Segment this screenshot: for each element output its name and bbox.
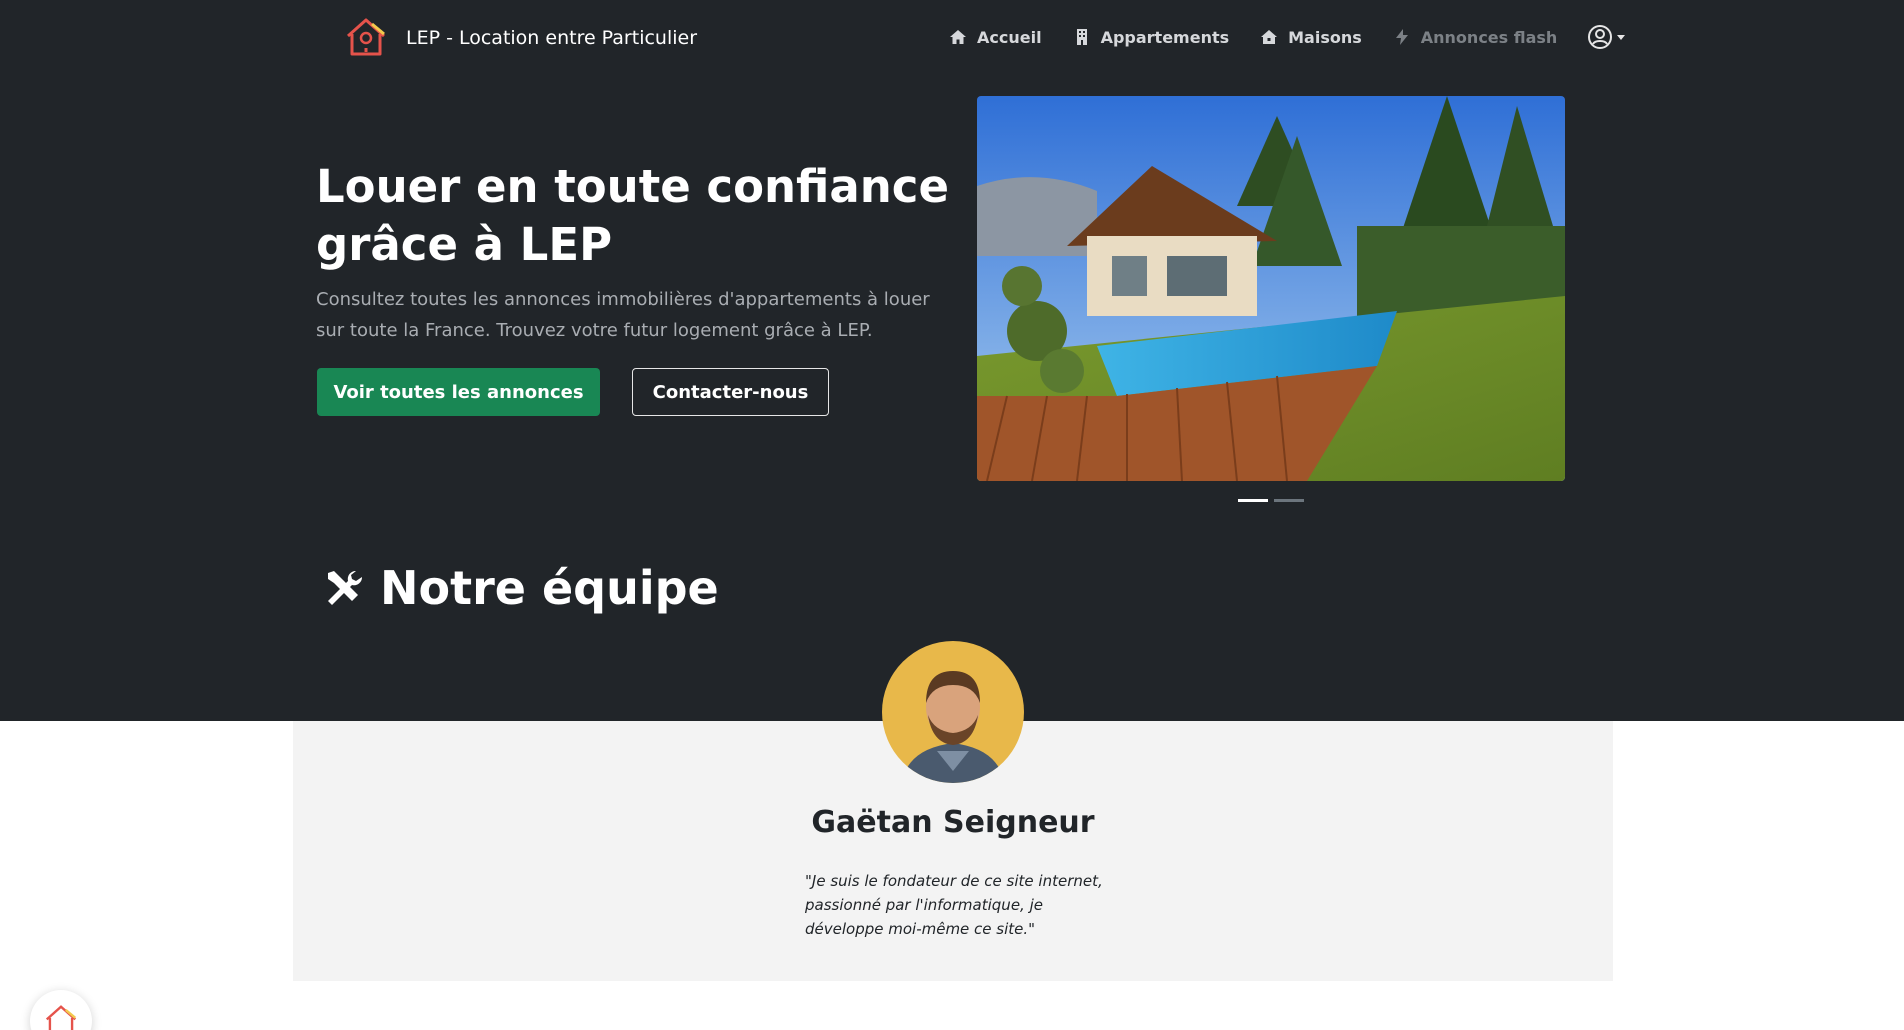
nav-label: Annonces flash	[1420, 27, 1558, 47]
home-icon	[950, 30, 966, 44]
brand[interactable]: LEP - Location entre Particulier	[342, 14, 697, 62]
hero-subtitle: Consultez toutes les annonces immobilièr…	[316, 289, 930, 341]
tools-icon	[328, 570, 363, 605]
carousel-indicator[interactable]	[1238, 499, 1268, 502]
nav-label: Maisons	[1288, 27, 1362, 47]
team-heading: Notre équipe	[320, 561, 719, 615]
user-circle-icon	[1588, 25, 1613, 49]
brand-name: LEP - Location entre Particulier	[406, 27, 698, 49]
floating-logo-button[interactable]	[30, 990, 92, 1030]
nav-label: Appartements	[1100, 27, 1230, 47]
view-all-listings-button[interactable]: Voir toutes les annonces	[317, 368, 600, 416]
user-menu[interactable]	[1587, 24, 1626, 50]
avatar	[882, 641, 1024, 783]
main-nav: Accueil Appartements Maisons Annonces fl…	[948, 24, 1626, 50]
contact-button[interactable]: Contacter-nous	[632, 368, 829, 416]
nav-item-maisons[interactable]: Maisons	[1259, 27, 1362, 47]
nav-item-annonces-flash[interactable]: Annonces flash	[1392, 27, 1558, 47]
nav-label: Accueil	[977, 27, 1042, 47]
member-name: Gaëtan Seigneur	[811, 805, 1095, 840]
house-logo-icon	[45, 1005, 77, 1030]
lightning-icon	[1395, 29, 1408, 45]
house-logo-icon	[347, 18, 385, 56]
hero-carousel[interactable]	[977, 96, 1565, 481]
house-icon	[1261, 30, 1278, 44]
nav-item-appartements[interactable]: Appartements	[1072, 27, 1230, 47]
carousel-indicator[interactable]	[1274, 499, 1304, 502]
chevron-down-icon	[1617, 34, 1626, 40]
building-icon	[1076, 29, 1087, 45]
nav-item-accueil[interactable]: Accueil	[948, 27, 1042, 47]
team-heading-text: Notre équipe	[380, 561, 719, 615]
carousel-image	[977, 96, 1565, 481]
carousel-indicators	[1238, 499, 1304, 502]
hero-background	[0, 0, 1904, 721]
hero-title: Louer en toute confiance grâce à LEP	[316, 160, 949, 271]
member-quote: "Je suis le fondateur de ce site interne…	[805, 872, 1103, 938]
